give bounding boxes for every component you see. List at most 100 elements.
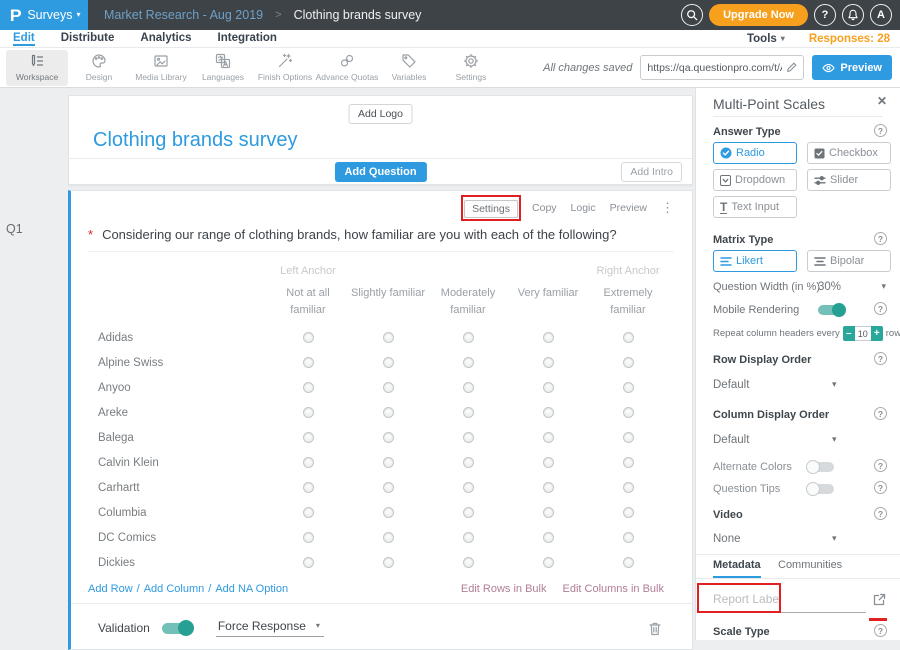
- edit-rows-in-bulk-link[interactable]: Edit Rows in Bulk: [461, 583, 547, 595]
- radio-button[interactable]: [623, 382, 634, 393]
- radio-button[interactable]: [383, 432, 394, 443]
- responses-count[interactable]: Responses: 28: [809, 33, 890, 45]
- radio-button[interactable]: [543, 407, 554, 418]
- preview-button[interactable]: Preview: [812, 55, 892, 80]
- radio-button[interactable]: [303, 507, 314, 518]
- radio-button[interactable]: [303, 557, 314, 568]
- column-header[interactable]: Slightly familiar: [351, 285, 425, 302]
- tab-integration[interactable]: Integration: [218, 32, 277, 46]
- answer-type-radio[interactable]: Radio: [713, 142, 797, 164]
- radio-button[interactable]: [303, 357, 314, 368]
- ribbon-item-finish-options[interactable]: Finish Options: [254, 50, 316, 86]
- question-logic-button[interactable]: Logic: [571, 202, 596, 214]
- delete-question-button[interactable]: [648, 621, 662, 636]
- ribbon-item-variables[interactable]: Variables: [378, 50, 440, 86]
- tab-analytics[interactable]: Analytics: [140, 32, 191, 46]
- column-header[interactable]: Moderately familiar: [428, 285, 508, 319]
- radio-button[interactable]: [383, 382, 394, 393]
- radio-button[interactable]: [303, 532, 314, 543]
- ribbon-item-languages[interactable]: Languages: [192, 50, 254, 86]
- validation-type-dropdown[interactable]: Force Response ▾: [216, 619, 324, 637]
- search-button[interactable]: [681, 4, 703, 26]
- chevron-down-icon[interactable]: ▾: [881, 282, 886, 291]
- mobile-rendering-toggle[interactable]: [818, 305, 844, 315]
- more-options-icon[interactable]: ⋮: [661, 200, 674, 216]
- radio-button[interactable]: [543, 432, 554, 443]
- help-icon[interactable]: ?: [874, 459, 887, 472]
- help-icon[interactable]: ?: [874, 407, 887, 420]
- question-settings-button[interactable]: Settings: [464, 200, 518, 218]
- ribbon-item-advance-quotas[interactable]: Advance Quotas: [316, 50, 378, 86]
- chevron-down-icon[interactable]: ▾: [832, 380, 837, 389]
- radio-button[interactable]: [463, 482, 474, 493]
- radio-button[interactable]: [303, 457, 314, 468]
- radio-button[interactable]: [463, 357, 474, 368]
- radio-button[interactable]: [463, 407, 474, 418]
- ribbon-item-media-library[interactable]: Media Library: [130, 50, 192, 86]
- survey-title[interactable]: Clothing brands survey: [93, 129, 298, 152]
- question-preview-button[interactable]: Preview: [610, 202, 647, 214]
- row-display-order-value[interactable]: Default: [713, 379, 749, 391]
- radio-button[interactable]: [383, 357, 394, 368]
- help-icon[interactable]: ?: [874, 124, 887, 137]
- answer-type-checkbox[interactable]: Checkbox: [807, 142, 891, 164]
- add-intro-button[interactable]: Add Intro: [621, 162, 682, 182]
- ribbon-item-design[interactable]: Design: [68, 50, 130, 86]
- add-question-button[interactable]: Add Question: [334, 162, 426, 182]
- radio-button[interactable]: [623, 432, 634, 443]
- radio-button[interactable]: [463, 457, 474, 468]
- close-icon[interactable]: ✕: [877, 94, 887, 108]
- radio-button[interactable]: [623, 532, 634, 543]
- question-tips-toggle[interactable]: [808, 484, 834, 494]
- column-header[interactable]: Extremely familiar: [588, 285, 668, 319]
- repeat-rows-value[interactable]: 10: [855, 326, 871, 341]
- tab-communities[interactable]: Communities: [778, 559, 842, 571]
- matrix-type-likert[interactable]: Likert: [713, 250, 797, 272]
- radio-button[interactable]: [463, 507, 474, 518]
- alternate-colors-toggle[interactable]: [808, 462, 834, 472]
- radio-button[interactable]: [303, 382, 314, 393]
- add-logo-button[interactable]: Add Logo: [348, 104, 413, 124]
- radio-button[interactable]: [303, 432, 314, 443]
- radio-button[interactable]: [303, 482, 314, 493]
- radio-button[interactable]: [543, 357, 554, 368]
- answer-type-text-input[interactable]: T Text Input: [713, 196, 797, 218]
- radio-button[interactable]: [543, 332, 554, 343]
- app-logo[interactable]: P Surveys ▾: [0, 0, 88, 30]
- help-icon[interactable]: ?: [874, 232, 887, 245]
- radio-button[interactable]: [383, 507, 394, 518]
- tab-edit[interactable]: Edit: [13, 32, 35, 46]
- help-icon[interactable]: ?: [874, 302, 887, 315]
- product-menu[interactable]: Surveys ▾: [27, 8, 80, 22]
- avatar[interactable]: A: [870, 4, 892, 26]
- question-copy-button[interactable]: Copy: [532, 202, 557, 214]
- radio-button[interactable]: [303, 332, 314, 343]
- add-column-link[interactable]: Add Column: [144, 583, 205, 595]
- radio-button[interactable]: [463, 382, 474, 393]
- video-value[interactable]: None: [713, 533, 741, 545]
- validation-toggle[interactable]: [162, 623, 192, 634]
- radio-button[interactable]: [383, 457, 394, 468]
- question-width-value[interactable]: 30%: [818, 281, 841, 293]
- radio-button[interactable]: [623, 407, 634, 418]
- add-na-option-link[interactable]: Add NA Option: [215, 583, 288, 595]
- notifications-button[interactable]: [842, 4, 864, 26]
- radio-button[interactable]: [543, 382, 554, 393]
- radio-button[interactable]: [383, 532, 394, 543]
- help-icon[interactable]: ?: [874, 624, 887, 637]
- matrix-type-bipolar[interactable]: Bipolar: [807, 250, 891, 272]
- open-report-label-button[interactable]: [873, 593, 886, 606]
- ribbon-item-workspace[interactable]: Workspace: [6, 50, 68, 86]
- radio-button[interactable]: [383, 482, 394, 493]
- survey-url-input[interactable]: [647, 62, 782, 74]
- add-row-link[interactable]: Add Row: [88, 583, 133, 595]
- help-button[interactable]: ?: [814, 4, 836, 26]
- pencil-icon[interactable]: [786, 62, 797, 73]
- radio-button[interactable]: [303, 407, 314, 418]
- radio-button[interactable]: [463, 432, 474, 443]
- radio-button[interactable]: [463, 532, 474, 543]
- column-display-order-value[interactable]: Default: [713, 434, 749, 446]
- ribbon-item-settings[interactable]: Settings: [440, 50, 502, 86]
- answer-type-dropdown[interactable]: Dropdown: [713, 169, 797, 191]
- chevron-down-icon[interactable]: ▾: [832, 435, 837, 444]
